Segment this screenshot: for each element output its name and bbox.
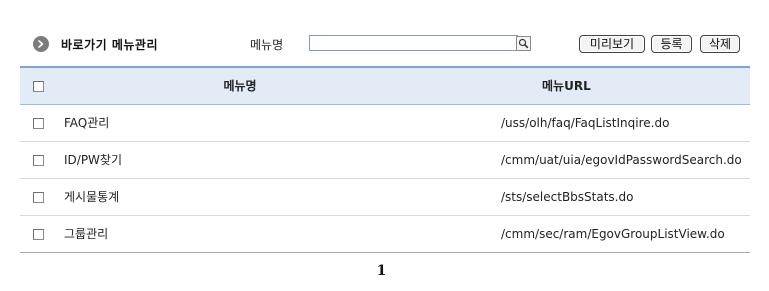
- row-checkbox[interactable]: [33, 191, 44, 203]
- column-header-menu-name: 메뉴명: [56, 66, 424, 105]
- select-all-cell: [20, 66, 56, 105]
- table-row: FAQ관리 /uss/olh/faq/FaqListInqire.do: [20, 104, 750, 142]
- register-button[interactable]: 등록: [651, 35, 692, 53]
- pagination: 1: [0, 263, 769, 279]
- delete-button[interactable]: 삭제: [700, 35, 740, 53]
- menu-url-cell: /uss/olh/faq/FaqListInqire.do: [424, 104, 750, 142]
- menu-url-cell: /cmm/uat/uia/egovIdPasswordSearch.do: [424, 141, 750, 179]
- menu-table: 메뉴명 메뉴URL FAQ관리 /uss/olh/faq/FaqListInqi…: [20, 66, 750, 253]
- arrow-circle-icon: [33, 36, 49, 52]
- select-all-checkbox[interactable]: [33, 80, 44, 92]
- row-checkbox[interactable]: [33, 228, 44, 240]
- menu-name-cell: FAQ관리: [56, 104, 424, 142]
- preview-button[interactable]: 미리보기: [579, 35, 645, 53]
- menu-url-cell: /sts/selectBbsStats.do: [424, 178, 750, 216]
- table-header-row: 메뉴명 메뉴URL: [20, 66, 750, 105]
- magnifier-icon: [518, 38, 529, 49]
- menu-name-cell: 게시물통계: [56, 178, 424, 216]
- table-row: 그룹관리 /cmm/sec/ram/EgovGroupListView.do: [20, 215, 750, 253]
- column-header-menu-url: 메뉴URL: [424, 66, 750, 105]
- toolbar: 바로가기 메뉴관리 메뉴명 미리보기 등록 삭제: [0, 30, 769, 58]
- menu-name-cell: 그룹관리: [56, 215, 424, 253]
- menu-url-cell: /cmm/sec/ram/EgovGroupListView.do: [424, 215, 750, 253]
- menu-name-cell: ID/PW찾기: [56, 141, 424, 179]
- search-button[interactable]: [516, 36, 531, 51]
- search-input[interactable]: [309, 35, 518, 51]
- row-checkbox[interactable]: [33, 154, 44, 166]
- page: 바로가기 메뉴관리 메뉴명 미리보기 등록 삭제 메뉴명 메뉴URL FAQ관리…: [0, 0, 769, 291]
- table-row: ID/PW찾기 /cmm/uat/uia/egovIdPasswordSearc…: [20, 141, 750, 179]
- page-number-current[interactable]: 1: [377, 263, 387, 279]
- search-label: 메뉴명: [250, 38, 284, 52]
- table-row: 게시물통계 /sts/selectBbsStats.do: [20, 178, 750, 216]
- page-title: 바로가기 메뉴관리: [61, 38, 158, 52]
- row-checkbox[interactable]: [33, 117, 44, 129]
